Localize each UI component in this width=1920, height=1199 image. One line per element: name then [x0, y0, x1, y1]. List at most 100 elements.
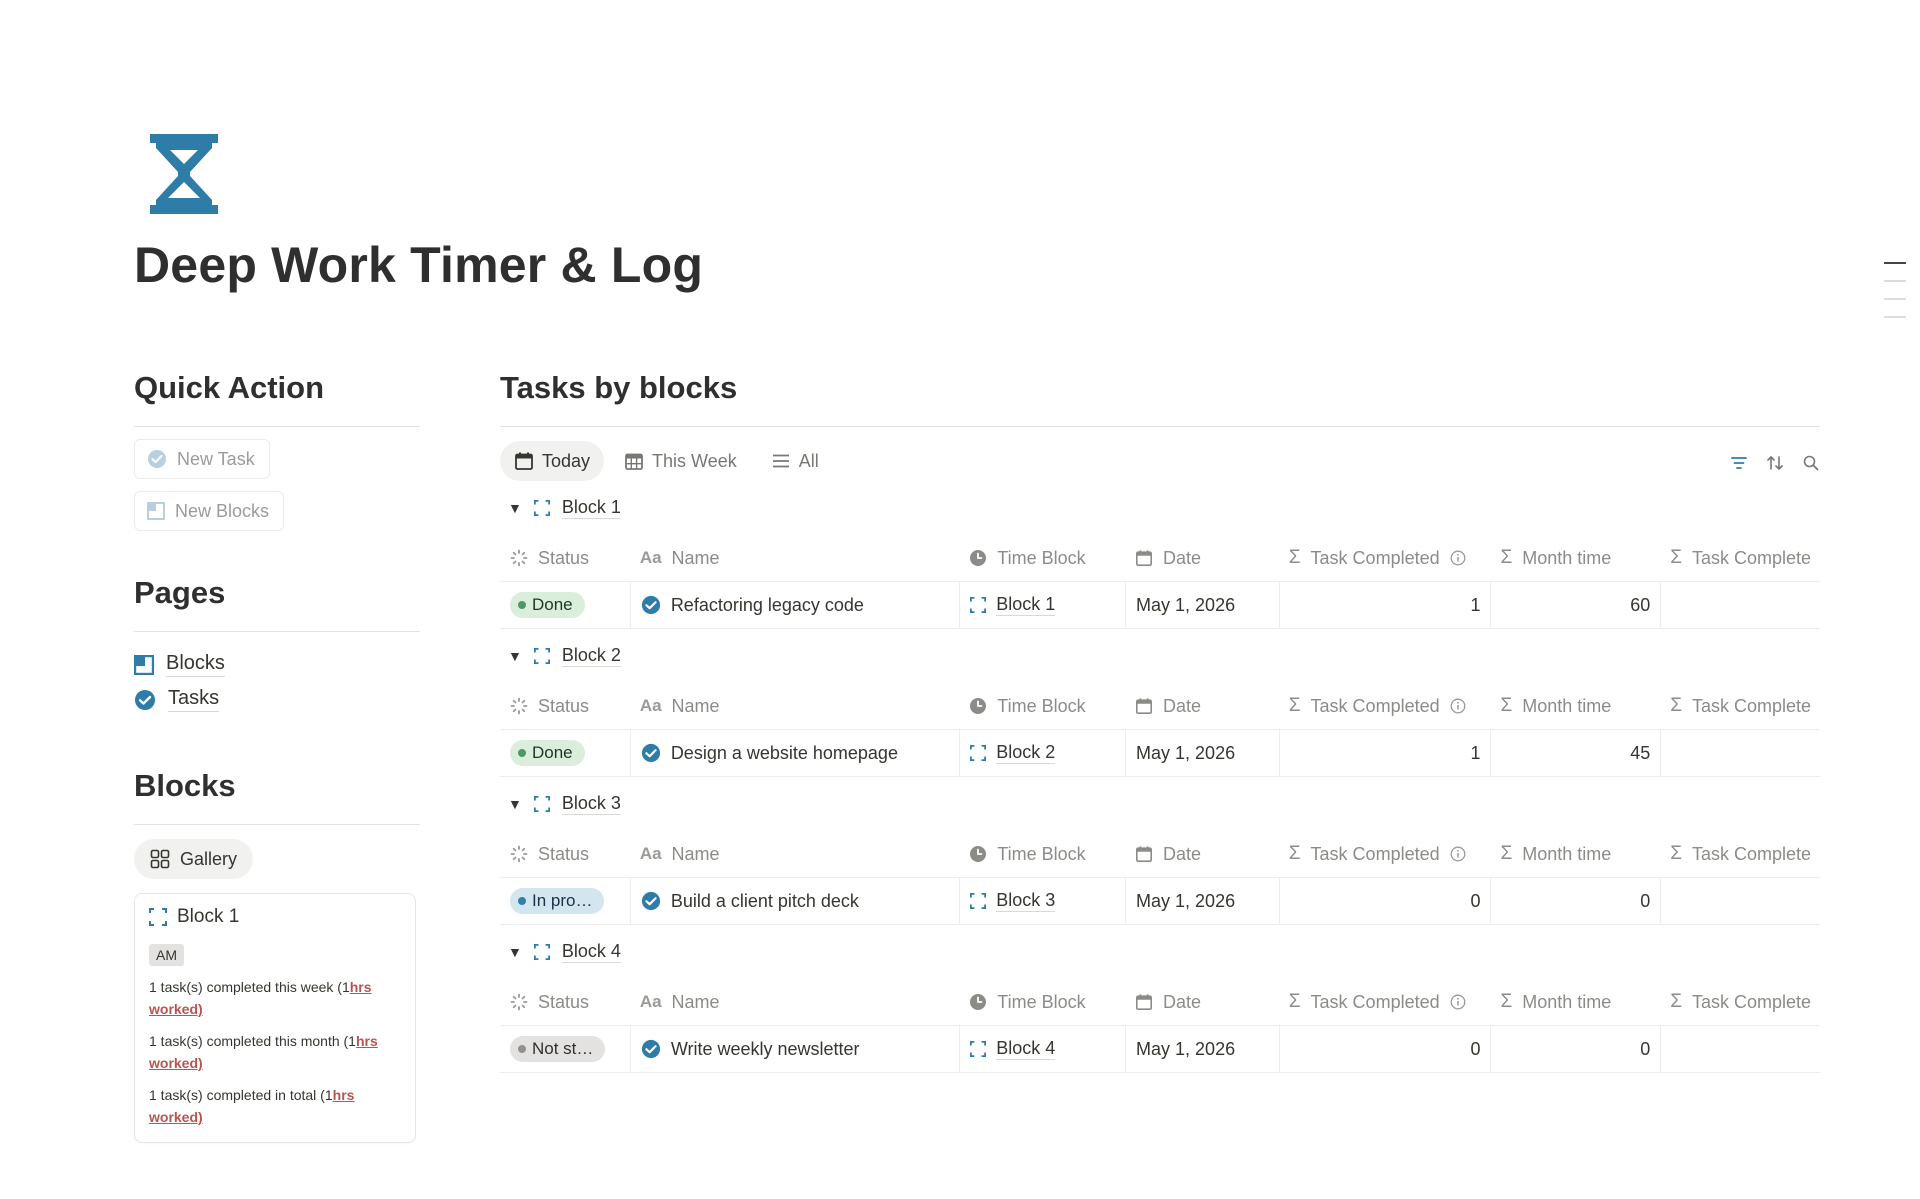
gallery-view-tab[interactable]: Gallery	[134, 839, 254, 879]
group-header[interactable]: ▼ Block 1	[508, 493, 1820, 523]
group-label[interactable]: Block 4	[561, 941, 621, 963]
info-icon[interactable]	[1450, 846, 1466, 862]
group-header[interactable]: ▼ Block 3	[508, 789, 1820, 819]
column-header-date[interactable]: Date	[1125, 979, 1279, 1025]
date-cell[interactable]: May 1, 2026	[1125, 878, 1279, 924]
info-icon[interactable]	[1450, 994, 1466, 1010]
column-header-month-time[interactable]: Σ Month time	[1490, 831, 1660, 877]
column-header-time-block[interactable]: Time Block	[959, 831, 1125, 877]
status-badge[interactable]: Done	[510, 740, 585, 766]
page-link-blocks[interactable]: Blocks	[134, 652, 420, 677]
group-label[interactable]: Block 3	[561, 793, 621, 815]
task-completed-cell[interactable]: 0	[1278, 1026, 1491, 1072]
name-cell[interactable]: Build a client pitch deck	[629, 878, 959, 924]
new-blocks-button[interactable]: New Blocks	[134, 491, 285, 531]
status-cell[interactable]: In pro…	[500, 878, 630, 924]
column-header-task-completed[interactable]: Σ Task Completed	[1279, 683, 1491, 729]
task-name[interactable]: Write weekly newsletter	[671, 1039, 860, 1060]
collapse-toggle-icon[interactable]: ▼	[508, 500, 522, 516]
column-header-task-completed[interactable]: Σ Task Completed	[1279, 535, 1491, 581]
group-header[interactable]: ▼ Block 4	[508, 937, 1820, 967]
name-cell[interactable]: Refactoring legacy code	[629, 582, 959, 628]
month-time-cell[interactable]: 60	[1490, 582, 1660, 628]
group-label[interactable]: Block 2	[561, 645, 621, 667]
column-header-status[interactable]: Status	[500, 831, 630, 877]
column-header-time-block[interactable]: Time Block	[959, 535, 1125, 581]
status-cell[interactable]: Done	[500, 582, 630, 628]
task-complete-cell[interactable]	[1660, 878, 1820, 924]
toc-line[interactable]	[1884, 316, 1906, 318]
status-cell[interactable]: Done	[500, 730, 630, 776]
task-name[interactable]: Refactoring legacy code	[671, 595, 864, 616]
column-header-status[interactable]: Status	[500, 979, 630, 1025]
time-block-cell[interactable]: Block 2	[959, 730, 1125, 776]
time-block-cell[interactable]: Block 1	[959, 582, 1125, 628]
column-header-name[interactable]: Aa Name	[630, 979, 959, 1025]
task-name[interactable]: Build a client pitch deck	[671, 891, 859, 912]
column-header-status[interactable]: Status	[500, 683, 630, 729]
tab-today[interactable]: Today	[500, 441, 605, 481]
group-label[interactable]: Block 1	[561, 497, 621, 519]
task-complete-cell[interactable]	[1660, 582, 1820, 628]
collapse-toggle-icon[interactable]: ▼	[508, 648, 522, 664]
tab-this-week[interactable]: This Week	[610, 441, 751, 481]
name-cell[interactable]: Design a website homepage	[629, 730, 959, 776]
column-header-time-block[interactable]: Time Block	[959, 683, 1125, 729]
info-icon[interactable]	[1450, 550, 1466, 566]
task-complete-cell[interactable]	[1660, 730, 1820, 776]
toc-line[interactable]	[1884, 262, 1906, 264]
status-cell[interactable]: Not st…	[500, 1026, 630, 1072]
task-completed-cell[interactable]: 1	[1278, 582, 1491, 628]
collapse-toggle-icon[interactable]: ▼	[508, 796, 522, 812]
column-header-date[interactable]: Date	[1125, 535, 1279, 581]
month-time-cell[interactable]: 45	[1490, 730, 1660, 776]
gallery-card[interactable]: Block 1 AM 1 task(s) completed this week…	[134, 893, 416, 1143]
month-time-cell[interactable]: 0	[1490, 878, 1660, 924]
table-row[interactable]: Done Refactoring legacy code Block 1 May…	[500, 581, 1820, 629]
column-header-task-complete[interactable]: Σ Task Complete	[1660, 535, 1820, 581]
toc-line[interactable]	[1884, 280, 1906, 282]
filter-icon[interactable]	[1730, 454, 1748, 472]
time-block-link[interactable]: Block 4	[996, 1038, 1056, 1060]
time-block-link[interactable]: Block 2	[996, 742, 1056, 764]
status-badge[interactable]: Not st…	[510, 1036, 606, 1062]
time-block-link[interactable]: Block 1	[996, 594, 1056, 616]
page-link-tasks[interactable]: Tasks	[134, 687, 420, 712]
collapse-toggle-icon[interactable]: ▼	[508, 944, 522, 960]
column-header-name[interactable]: Aa Name	[630, 683, 959, 729]
date-cell[interactable]: May 1, 2026	[1125, 582, 1279, 628]
table-row[interactable]: Done Design a website homepage Block 2 M…	[500, 729, 1820, 777]
time-block-cell[interactable]: Block 4	[959, 1026, 1125, 1072]
status-badge[interactable]: Done	[510, 592, 585, 618]
column-header-date[interactable]: Date	[1125, 831, 1279, 877]
column-header-month-time[interactable]: Σ Month time	[1490, 683, 1660, 729]
tab-all[interactable]: All	[757, 441, 833, 481]
status-badge[interactable]: In pro…	[510, 888, 605, 914]
name-cell[interactable]: Write weekly newsletter	[629, 1026, 959, 1072]
column-header-time-block[interactable]: Time Block	[959, 979, 1125, 1025]
column-header-date[interactable]: Date	[1125, 683, 1279, 729]
table-of-contents[interactable]	[1884, 262, 1906, 334]
column-header-month-time[interactable]: Σ Month time	[1490, 979, 1660, 1025]
sort-icon[interactable]	[1766, 454, 1784, 472]
month-time-cell[interactable]: 0	[1490, 1026, 1660, 1072]
toc-line[interactable]	[1884, 298, 1906, 300]
time-block-link[interactable]: Block 3	[996, 890, 1056, 912]
task-completed-cell[interactable]: 1	[1278, 730, 1491, 776]
search-icon[interactable]	[1802, 454, 1820, 472]
task-complete-cell[interactable]	[1660, 1026, 1820, 1072]
column-header-task-completed[interactable]: Σ Task Completed	[1279, 979, 1491, 1025]
new-task-button[interactable]: New Task	[134, 439, 270, 479]
column-header-task-complete[interactable]: Σ Task Complete	[1660, 683, 1820, 729]
table-row[interactable]: Not st… Write weekly newsletter Block 4 …	[500, 1025, 1820, 1073]
column-header-month-time[interactable]: Σ Month time	[1490, 535, 1660, 581]
info-icon[interactable]	[1450, 698, 1466, 714]
group-header[interactable]: ▼ Block 2	[508, 641, 1820, 671]
date-cell[interactable]: May 1, 2026	[1125, 1026, 1279, 1072]
column-header-task-complete[interactable]: Σ Task Complete	[1660, 831, 1820, 877]
date-cell[interactable]: May 1, 2026	[1125, 730, 1279, 776]
column-header-task-complete[interactable]: Σ Task Complete	[1660, 979, 1820, 1025]
column-header-status[interactable]: Status	[500, 535, 630, 581]
column-header-task-completed[interactable]: Σ Task Completed	[1279, 831, 1491, 877]
time-block-cell[interactable]: Block 3	[959, 878, 1125, 924]
